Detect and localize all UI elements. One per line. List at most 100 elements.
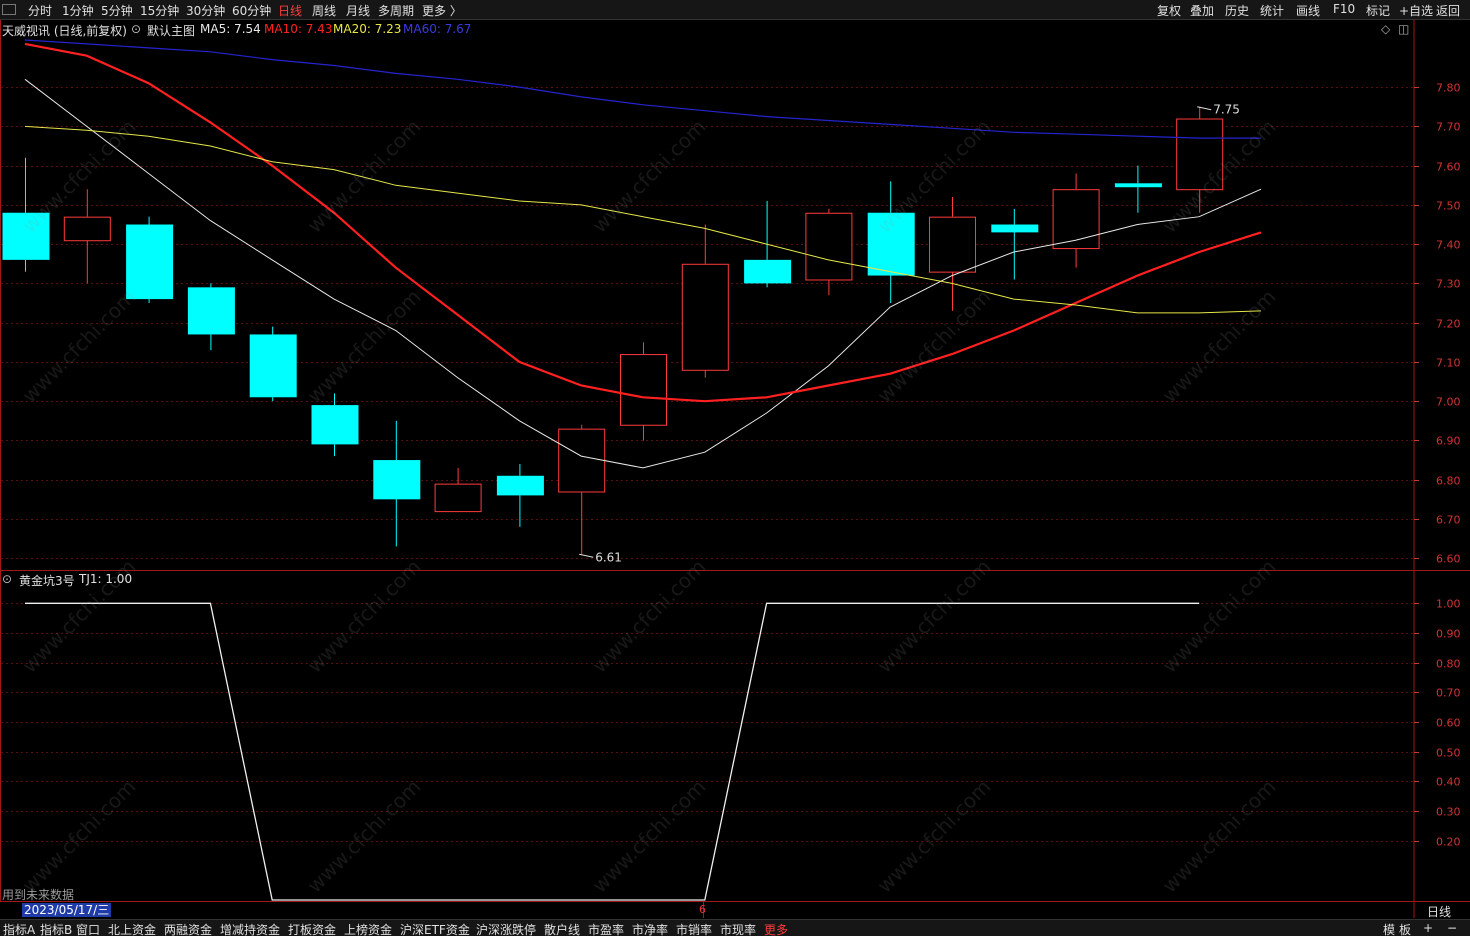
collapse-circle-icon[interactable]: ⊙ [2, 572, 12, 586]
period-label: 日线 [1427, 905, 1452, 919]
indicator-tick-label-6: 0.40 [1436, 776, 1461, 789]
bottom-tab-11[interactable]: 市盈率 [588, 921, 624, 936]
candle-15 [929, 197, 976, 311]
price-tick-label-5: 7.30 [1436, 278, 1461, 291]
candle-17 [1052, 173, 1100, 268]
diamond-icon[interactable]: ◇ [1381, 22, 1390, 36]
indicator-tick-label-5: 0.50 [1436, 747, 1461, 760]
bottom-tab-3[interactable]: 北上资金 [108, 921, 156, 936]
bottom-right-button-0[interactable]: 模 [1383, 921, 1395, 936]
indicator-tick-label-0: 1.00 [1436, 598, 1461, 611]
price-tick-label-6: 7.20 [1436, 318, 1461, 331]
bottom-tab-7[interactable]: 上榜资金 [344, 921, 392, 936]
candle-body [496, 475, 544, 496]
ma5-label: MA5: 7.54 [200, 22, 261, 36]
candle-body [867, 212, 915, 276]
candle-2 [126, 216, 174, 304]
future-data-note: 用到未来数据 [2, 888, 75, 902]
price-tick-label-7: 7.10 [1436, 357, 1461, 370]
bottom-tab-15[interactable]: 更多 [764, 921, 788, 936]
candle-body [681, 263, 729, 371]
main-chart-header: 天威视讯 (日线,前复权) ⊙ 默认主图 MA5: 7.54 MA10: 7.4… [0, 21, 1414, 39]
candle-body [373, 460, 421, 500]
candle-body [929, 216, 976, 273]
candle-9 [558, 424, 606, 555]
ma60-label: MA60: 7.67 [403, 22, 472, 36]
indicator-tick-label-7: 0.30 [1436, 806, 1461, 819]
annotation-pointer-1 [579, 553, 594, 558]
price-tick-label-10: 6.80 [1436, 475, 1461, 488]
candle-body [620, 354, 667, 426]
bottom-tab-12[interactable]: 市净率 [632, 921, 668, 936]
bottom-tab-6[interactable]: 打板资金 [288, 921, 336, 936]
indicator-tick-label-8: 0.20 [1436, 836, 1461, 849]
bottom-tab-5[interactable]: 增减持资金 [220, 921, 280, 936]
dropdown-circle-icon[interactable]: ⊙ [131, 22, 141, 36]
indicator-tick-label-3: 0.70 [1436, 687, 1461, 700]
bottom-tab-4[interactable]: 两融资金 [164, 921, 212, 936]
bottom-right-button-3[interactable]: − [1447, 921, 1457, 935]
candle-body [63, 216, 111, 242]
bottom-tab-2[interactable]: 窗口 [76, 921, 100, 936]
panel-toggle-icon[interactable]: ◫ [1398, 22, 1409, 36]
price-tick-label-12: 6.60 [1436, 553, 1461, 566]
candle-8 [496, 464, 544, 527]
candle-body [249, 334, 297, 398]
bottom-right-button-1[interactable]: 板 [1399, 921, 1411, 936]
candle-7 [434, 467, 482, 513]
candle-19 [1176, 106, 1224, 213]
candle-0 [2, 157, 50, 272]
candle-1 [63, 189, 111, 284]
bottom-tab-0[interactable]: 指标A [3, 921, 35, 936]
stock-title: 天威视讯 (日线,前复权) [2, 24, 127, 38]
bottom-tab-10[interactable]: 散户线 [544, 921, 580, 936]
indicator-name[interactable]: 黄金坑3号 [19, 572, 75, 589]
indicator-line-tj1 [25, 602, 1200, 901]
ma10-label: MA10: 7.43 [264, 22, 333, 36]
annotation-label-1: 6.61 [595, 550, 622, 564]
indicator-tab-bar: 指标A 指标B 窗口 北上资金 两融资金 增减持资金 打板资金 上榜资金 沪深ETF资金 沪深涨跌… [0, 919, 1470, 936]
price-tick-label-9: 6.90 [1436, 435, 1461, 448]
indicator-tick-label-1: 0.90 [1436, 628, 1461, 641]
price-tick-label-8: 7.00 [1436, 396, 1461, 409]
candle-body [2, 212, 50, 260]
candle-body [126, 224, 174, 300]
candle-5 [311, 393, 359, 457]
bottom-tab-9[interactable]: 沪深涨跌停 [476, 921, 536, 936]
bottom-tab-14[interactable]: 市现率 [720, 921, 756, 936]
cursor-date-label: 2023/05/17/三 [22, 903, 112, 917]
price-tick-label-4: 7.40 [1436, 239, 1461, 252]
candle-body [805, 212, 853, 281]
candle-body [1176, 118, 1224, 191]
bottom-right-button-2[interactable]: + [1423, 921, 1433, 935]
ma20-label: MA20: 7.23 [333, 22, 402, 36]
bottom-tab-13[interactable]: 市销率 [676, 921, 712, 936]
candle-3 [187, 283, 235, 351]
indicator-value: TJ1: 1.00 [79, 572, 133, 586]
candle-body [991, 224, 1039, 233]
price-tick-label-2: 7.60 [1436, 161, 1461, 174]
template-label[interactable]: 默认主图 [147, 22, 195, 39]
candle-body [1114, 183, 1162, 188]
bottom-tab-1[interactable]: 指标B [40, 921, 72, 936]
candle-body [558, 428, 606, 493]
candle-13 [805, 208, 853, 296]
candle-11 [681, 224, 729, 378]
month-marker: 6 [699, 903, 706, 916]
price-tick-label-0: 7.80 [1436, 82, 1461, 95]
indicator-tick-label-4: 0.60 [1436, 717, 1461, 730]
candle-10 [620, 342, 667, 441]
candle-body [187, 287, 235, 335]
annotation-label-0: 7.75 [1213, 103, 1240, 117]
candle-body [434, 483, 482, 513]
candle-body [311, 405, 359, 445]
kline-chart[interactable]: 7.80 7.70 7.60 7.50 7.40 7.30 7.20 7.10 7.00 6.90… [0, 0, 1470, 936]
price-tick-label-3: 7.50 [1436, 200, 1461, 213]
bottom-tab-8[interactable]: 沪深ETF资金 [400, 921, 470, 936]
candle-6 [373, 420, 421, 547]
price-tick-label-11: 6.70 [1436, 514, 1461, 527]
indicator-tick-label-2: 0.80 [1436, 658, 1461, 671]
candle-4 [249, 326, 297, 402]
candle-body [744, 259, 792, 284]
price-tick-label-1: 7.70 [1436, 121, 1461, 134]
